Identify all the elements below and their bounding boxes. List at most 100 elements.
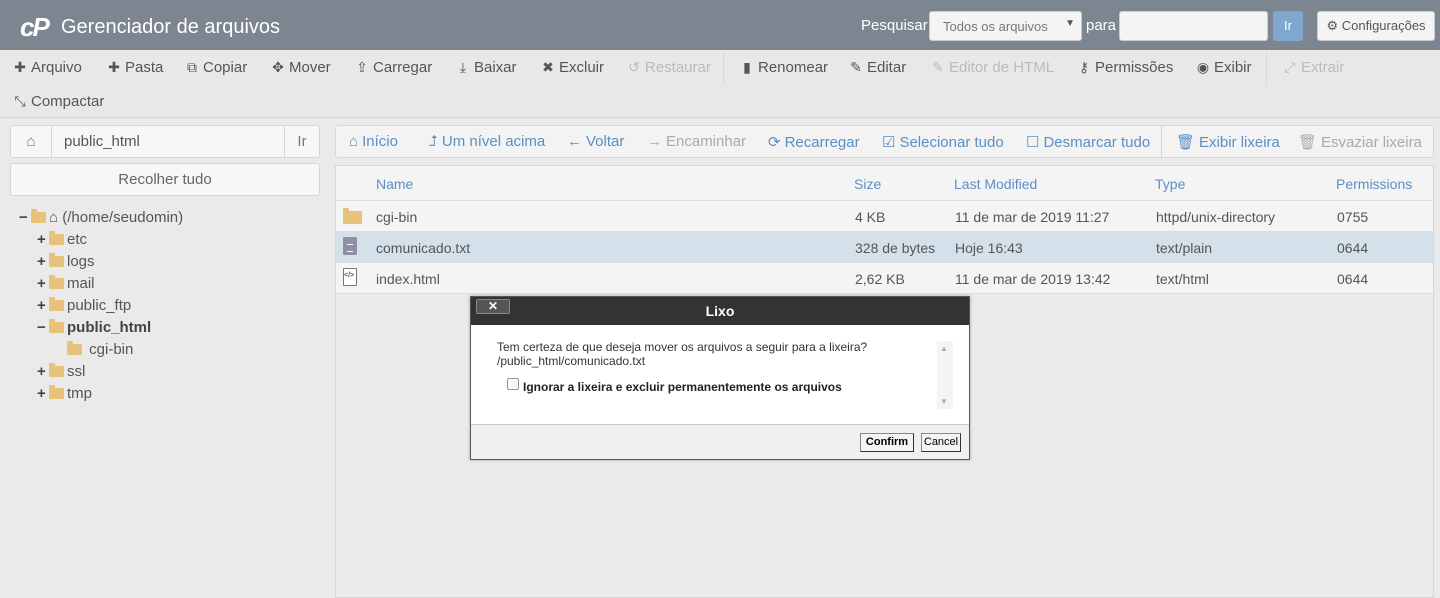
path-bar: ⌂ public_html Ir <box>10 125 320 158</box>
table-row[interactable]: cgi-bin 4 KB 11 de mar de 2019 11:27 htt… <box>336 201 1433 232</box>
table-row[interactable]: comunicado.txt 328 de bytes Hoje 16:43 t… <box>336 232 1433 263</box>
tree-item-mail[interactable]: + mail <box>37 275 95 292</box>
collapse-toggle[interactable]: − <box>37 319 49 336</box>
delete-button[interactable]: ✖ Excluir <box>540 59 604 76</box>
folder-icon <box>49 363 64 377</box>
expand-icon: ⤢ <box>1284 59 1296 75</box>
pencil-icon: ✎ <box>850 59 862 75</box>
settings-label: Configurações <box>1341 18 1426 33</box>
upload-button[interactable]: ⇪ Carregar <box>354 59 432 76</box>
folder-icon <box>49 297 64 311</box>
search-input[interactable] <box>1119 11 1268 41</box>
path-input[interactable]: public_html <box>64 133 140 150</box>
edit-icon: ✎ <box>932 59 944 75</box>
edit-button[interactable]: ✎ Editar <box>848 59 906 76</box>
permissions-button[interactable]: ⚷ Permissões <box>1076 59 1174 76</box>
nav-select-all-button[interactable]: ☑ Selecionar tudo <box>882 133 1004 151</box>
rename-button[interactable]: ▮ Renomear <box>739 59 828 76</box>
expand-toggle[interactable]: + <box>37 231 49 248</box>
refresh-icon: ⟳ <box>768 134 781 151</box>
collapse-toggle[interactable]: − <box>19 209 31 226</box>
tree-item-ssl[interactable]: + ssl <box>37 363 85 380</box>
restore-button[interactable]: ↺ Restaurar <box>626 59 711 76</box>
column-header-name[interactable]: Name <box>376 176 413 192</box>
search-go-button[interactable]: Ir <box>1273 11 1303 41</box>
folder-open-icon <box>31 209 46 223</box>
expand-toggle[interactable]: + <box>37 297 49 314</box>
folder-icon <box>49 253 64 267</box>
nav-home-button[interactable]: ⌂ Início <box>349 133 398 150</box>
new-folder-button[interactable]: ✚ Pasta <box>106 59 163 76</box>
column-header-size[interactable]: Size <box>854 176 881 192</box>
toolbar-divider <box>723 52 724 85</box>
table-header: Name Size Last Modified Type Permissions <box>336 166 1433 201</box>
home-icon: ⌂ <box>49 209 59 226</box>
tree-item-home[interactable]: − ⌂ (/home/seudomin) <box>19 209 183 226</box>
scroll-up-icon[interactable]: ▲ <box>940 344 948 353</box>
folder-open-icon <box>49 319 64 333</box>
file-icon: ▮ <box>743 59 751 75</box>
cpanel-logo: cP <box>20 12 50 42</box>
home-icon[interactable]: ⌂ <box>11 126 52 157</box>
scroll-down-icon[interactable]: ▼ <box>940 397 948 406</box>
expand-toggle[interactable]: + <box>37 385 49 402</box>
toolbar-divider <box>1266 52 1267 85</box>
nav-reload-button[interactable]: ⟳ Recarregar <box>768 133 860 151</box>
tree-item-public-html[interactable]: − public_html <box>37 319 151 336</box>
expand-toggle[interactable]: + <box>37 275 49 292</box>
copy-icon: ⧉ <box>187 59 197 75</box>
nav-divider <box>1161 126 1162 157</box>
nav-view-trash-button[interactable]: 🗑 Exibir lixeira <box>1176 133 1280 151</box>
dialog-scrollbar[interactable]: ▲ ▼ <box>937 341 953 409</box>
check-square-icon: ☑ <box>882 134 896 151</box>
undo-icon: ↺ <box>628 59 640 75</box>
dialog-file-path: /public_html/comunicado.txt <box>497 354 646 368</box>
nav-forward-button[interactable]: → Encaminhar <box>647 133 746 150</box>
square-icon: ☐ <box>1026 134 1040 151</box>
nav-empty-trash-button[interactable]: 🗑 Esvaziar lixeira <box>1298 133 1422 151</box>
skip-trash-label[interactable]: Ignorar a lixeira e excluir permanenteme… <box>523 380 842 394</box>
new-file-button[interactable]: ✚ Arquivo <box>12 59 82 76</box>
trash-icon: 🗑 <box>1176 134 1196 151</box>
skip-trash-checkbox[interactable] <box>507 378 519 390</box>
trash-dialog: Lixo ✕ Tem certeza de que deseja mover o… <box>470 296 970 460</box>
expand-toggle[interactable]: + <box>37 253 49 270</box>
folder-icon <box>49 385 64 399</box>
tree-item-tmp[interactable]: + tmp <box>37 385 92 402</box>
column-header-modified[interactable]: Last Modified <box>954 176 1037 192</box>
tree-item-logs[interactable]: + logs <box>37 253 95 270</box>
expand-toggle[interactable]: + <box>37 363 49 380</box>
html-editor-button[interactable]: ✎ Editor de HTML <box>930 59 1054 76</box>
path-go-button[interactable]: Ir <box>284 126 319 157</box>
cancel-button[interactable]: Cancel <box>921 433 961 452</box>
tree-item-public-ftp[interactable]: + public_ftp <box>37 297 131 314</box>
upload-icon: ⇪ <box>356 59 368 75</box>
search-scope-value: Todos os arquivos <box>943 19 1048 34</box>
collapse-all-button[interactable]: Recolher tudo <box>10 163 320 196</box>
toolbar: ✚ Arquivo ✚ Pasta ⧉ Copiar ✥ Mover ⇪ Carregar… <box>0 50 1440 118</box>
confirm-button[interactable]: Confirm <box>860 433 914 452</box>
move-button[interactable]: ✥ Mover <box>270 59 331 76</box>
extract-button[interactable]: ⤢ Extrair <box>1282 59 1344 76</box>
compress-icon: ⤡ <box>14 93 26 109</box>
column-header-type[interactable]: Type <box>1155 176 1185 192</box>
copy-button[interactable]: ⧉ Copiar <box>184 59 247 76</box>
tree-item-cgi-bin[interactable]: cgi-bin <box>67 341 133 358</box>
nav-back-button[interactable]: ← Voltar <box>567 133 624 150</box>
settings-button[interactable]: ⚙ Configurações <box>1317 11 1435 41</box>
tree-item-etc[interactable]: + etc <box>37 231 87 248</box>
nav-up-level-button[interactable]: ⮥ Um nível acima <box>429 133 545 150</box>
column-header-permissions[interactable]: Permissions <box>1336 176 1412 192</box>
dialog-footer: Confirm Cancel <box>471 424 969 459</box>
times-icon: ✖ <box>542 59 554 75</box>
download-icon: ⤓ <box>459 59 467 75</box>
key-icon: ⚷ <box>1078 59 1090 75</box>
view-button[interactable]: ◉ Exibir <box>1195 59 1252 76</box>
nav-deselect-all-button[interactable]: ☐ Desmarcar tudo <box>1026 133 1150 151</box>
close-icon[interactable]: ✕ <box>476 299 510 314</box>
folder-icon <box>49 231 64 245</box>
compress-button[interactable]: ⤡ Compactar <box>12 93 104 110</box>
download-button[interactable]: ⤓ Baixar <box>455 59 517 76</box>
search-scope-select[interactable]: Todos os arquivos ▼ <box>929 11 1082 41</box>
table-row[interactable]: index.html 2,62 KB 11 de mar de 2019 13:… <box>336 263 1433 294</box>
